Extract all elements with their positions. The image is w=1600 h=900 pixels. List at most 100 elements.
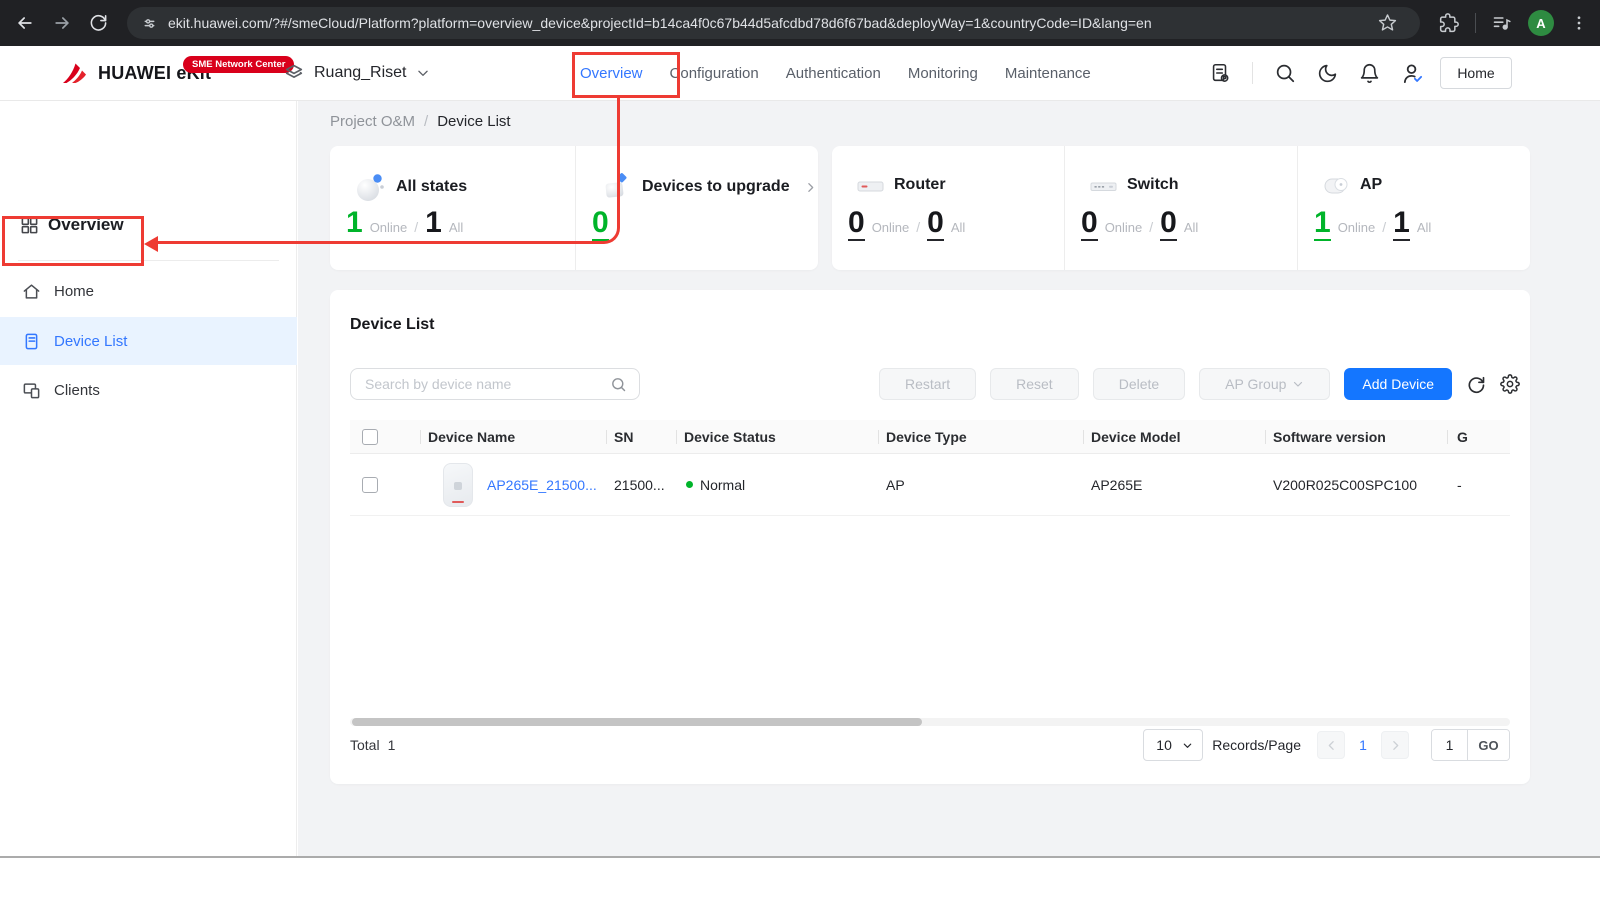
- project-switcher[interactable]: Ruang_Riset: [283, 46, 430, 100]
- column-header-group: G: [1447, 420, 1510, 453]
- nav-tab-authentication[interactable]: Authentication: [786, 65, 881, 82]
- table-row: AP265E_21500... 21500... Normal AP AP265…: [350, 454, 1510, 516]
- software-version: V200R025C00SPC100: [1265, 454, 1447, 515]
- device-sn: 21500...: [606, 454, 676, 515]
- current-page[interactable]: 1: [1345, 737, 1381, 753]
- bookmark-star-icon[interactable]: [1378, 13, 1397, 32]
- media-controls-icon[interactable]: [1492, 13, 1512, 33]
- device-model: AP265E: [1083, 454, 1265, 515]
- home-button[interactable]: Home: [1440, 57, 1512, 89]
- extensions-icon[interactable]: [1439, 13, 1459, 33]
- column-header-sn: SN: [606, 420, 676, 453]
- sidebar-item-label: Clients: [54, 382, 100, 399]
- device-group: -: [1447, 454, 1510, 515]
- online-count[interactable]: 1: [1314, 208, 1331, 241]
- devices-to-upgrade-section[interactable]: Devices to upgrade 0: [575, 146, 818, 270]
- panel-title: Device List: [350, 316, 434, 334]
- status-summary-card: All states 1 Online / 1 All Devices to u…: [330, 146, 818, 270]
- page-size-select[interactable]: 10: [1143, 729, 1203, 761]
- all-states-icon: [354, 170, 388, 204]
- upgrade-icon: [600, 170, 634, 204]
- browser-menu-icon[interactable]: [1570, 14, 1588, 32]
- table-actions: Restart Reset Delete AP Group Add Device: [879, 368, 1520, 400]
- clients-icon: [22, 381, 41, 400]
- main-content: Project O&M / Device List All states 1 O…: [298, 101, 1600, 856]
- sidebar-title: Overview: [20, 215, 124, 235]
- column-header-device-status: Device Status: [676, 420, 878, 453]
- search-icon[interactable]: [610, 376, 627, 393]
- online-count[interactable]: 0: [1081, 208, 1098, 241]
- goto-page-input[interactable]: [1432, 730, 1467, 760]
- sidebar-item-clients[interactable]: Clients: [0, 366, 297, 414]
- row-checkbox[interactable]: [362, 477, 378, 493]
- window-bottom-edge: [0, 856, 1600, 900]
- user-account-icon[interactable]: [1401, 62, 1424, 85]
- all-states-section: All states 1 Online / 1 All: [330, 146, 575, 270]
- breadcrumb-parent[interactable]: Project O&M: [330, 113, 415, 130]
- device-list-panel: Device List Restart Reset Delete AP Grou…: [330, 290, 1530, 784]
- brand[interactable]: HUAWEI eKit: [60, 46, 211, 100]
- select-all-checkbox[interactable]: [362, 429, 378, 445]
- switch-icon: [1089, 170, 1119, 200]
- refresh-icon[interactable]: [1466, 374, 1486, 394]
- dark-mode-moon-icon[interactable]: [1317, 63, 1338, 84]
- switch-section: Switch 0 Online / 0 All: [1064, 146, 1297, 270]
- pagination: 10 Records/Page 1 GO: [1143, 729, 1510, 761]
- home-icon: [22, 282, 41, 301]
- browser-profile-avatar[interactable]: A: [1528, 10, 1554, 36]
- project-name: Ruang_Riset: [314, 64, 407, 82]
- nav-tab-monitoring[interactable]: Monitoring: [908, 65, 978, 82]
- next-page-button[interactable]: [1381, 731, 1409, 759]
- all-count[interactable]: 1: [425, 208, 442, 238]
- reset-button[interactable]: Reset: [990, 368, 1079, 400]
- sidebar-item-home[interactable]: Home: [0, 267, 297, 315]
- restart-button[interactable]: Restart: [879, 368, 976, 400]
- main-nav: Overview Configuration Authentication Mo…: [580, 46, 1091, 100]
- stat-title: Switch: [1127, 176, 1179, 194]
- breadcrumb: Project O&M / Device List: [330, 113, 511, 130]
- nav-tab-maintenance[interactable]: Maintenance: [1005, 65, 1091, 82]
- url-text[interactable]: ekit.huawei.com/?#/smeCloud/Platform?pla…: [168, 15, 1152, 31]
- go-button[interactable]: GO: [1467, 730, 1509, 760]
- add-device-button[interactable]: Add Device: [1344, 368, 1452, 400]
- total-count: Total 1: [350, 737, 395, 753]
- report-icon[interactable]: [1209, 62, 1231, 84]
- column-header-software-version: Software version: [1265, 420, 1447, 453]
- search-input[interactable]: [351, 376, 610, 392]
- address-bar[interactable]: ekit.huawei.com/?#/smeCloud/Platform?pla…: [127, 7, 1420, 39]
- table-header: Device Name SN Device Status Device Type…: [350, 420, 1510, 454]
- scrollbar-thumb[interactable]: [352, 718, 922, 726]
- ap-icon: [1322, 170, 1352, 200]
- online-count[interactable]: 1: [346, 208, 363, 238]
- browser-reload-icon[interactable]: [89, 13, 109, 33]
- device-name-link[interactable]: AP265E_21500...: [487, 477, 597, 493]
- all-count[interactable]: 1: [1393, 208, 1410, 241]
- upgrade-count[interactable]: 0: [592, 208, 609, 241]
- device-type: AP: [878, 454, 1083, 515]
- nav-tab-overview[interactable]: Overview: [580, 65, 643, 82]
- delete-button[interactable]: Delete: [1093, 368, 1185, 400]
- device-list-icon: [22, 332, 41, 351]
- browser-back-icon[interactable]: [15, 13, 35, 33]
- records-per-page-label: Records/Page: [1212, 737, 1301, 753]
- ap-group-button[interactable]: AP Group: [1199, 368, 1330, 400]
- nav-tab-configuration[interactable]: Configuration: [670, 65, 759, 82]
- stat-title: Devices to upgrade: [642, 178, 790, 196]
- browser-toolbar: ekit.huawei.com/?#/smeCloud/Platform?pla…: [0, 0, 1600, 46]
- prev-page-button[interactable]: [1317, 731, 1345, 759]
- column-header-device-type: Device Type: [878, 420, 1083, 453]
- settings-gear-icon[interactable]: [1500, 374, 1520, 394]
- notifications-bell-icon[interactable]: [1359, 63, 1380, 84]
- stat-title: AP: [1360, 176, 1382, 194]
- search-icon[interactable]: [1274, 62, 1296, 84]
- router-icon: [856, 170, 886, 200]
- all-count[interactable]: 0: [1160, 208, 1177, 241]
- column-header-device-model: Device Model: [1083, 420, 1265, 453]
- stat-title: Router: [894, 176, 946, 194]
- all-count[interactable]: 0: [927, 208, 944, 241]
- browser-forward-icon[interactable]: [52, 13, 72, 33]
- online-count[interactable]: 0: [848, 208, 865, 241]
- site-info-icon[interactable]: [141, 15, 158, 32]
- panel-footer: Total 1 10 Records/Page 1 GO: [350, 729, 1510, 761]
- sidebar-item-device-list[interactable]: Device List: [0, 317, 297, 365]
